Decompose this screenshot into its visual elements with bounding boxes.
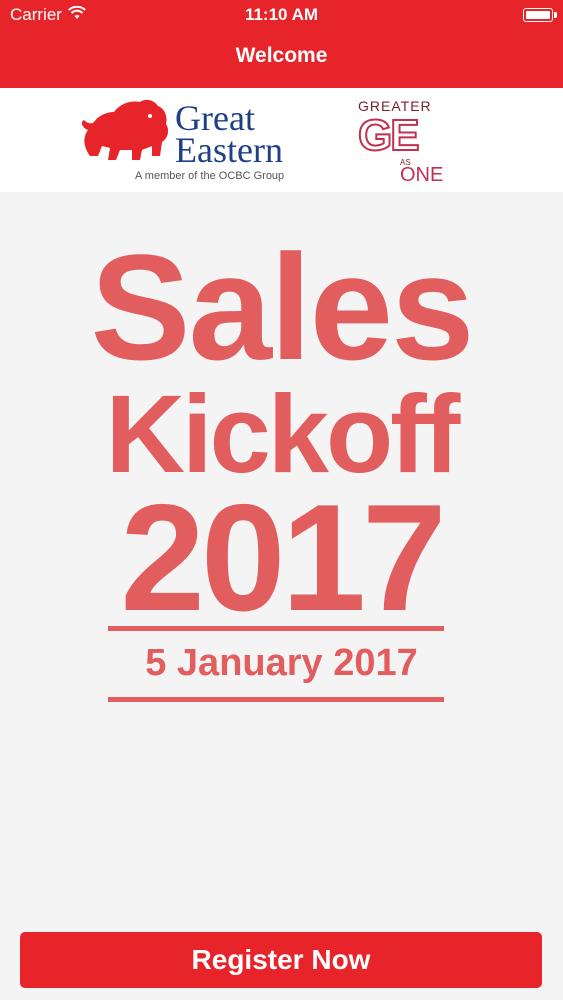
hero-title-line1: Sales: [90, 223, 475, 391]
status-bar: Carrier 11:10 AM: [0, 0, 563, 30]
status-time: 11:10 AM: [244, 5, 319, 24]
logo-banner: Great Eastern A member of the OCBC Group…: [0, 88, 563, 192]
greater-ge-as-one-logo: GREATER GE AS ONE: [348, 98, 458, 186]
divider-bottom: [108, 697, 444, 702]
one-wordmark: ONE: [400, 164, 444, 186]
battery-icon: [523, 8, 557, 22]
event-date: 5 January 2017: [145, 642, 418, 684]
top-bar: Carrier 11:10 AM Welcome: [0, 0, 563, 88]
ocbc-tagline: A member of the OCBC Group: [135, 170, 285, 182]
great-eastern-logo: Great Eastern A member of the OCBC Group: [80, 98, 300, 184]
great-eastern-wordmark-line2: Eastern: [175, 130, 283, 170]
hero-year: 2017: [120, 473, 446, 643]
ge-mark: GE: [357, 111, 421, 161]
page-title: Welcome: [235, 44, 328, 67]
lion-icon: [81, 99, 169, 160]
divider-top: [108, 626, 444, 631]
register-now-button[interactable]: Register Now: [20, 932, 542, 988]
